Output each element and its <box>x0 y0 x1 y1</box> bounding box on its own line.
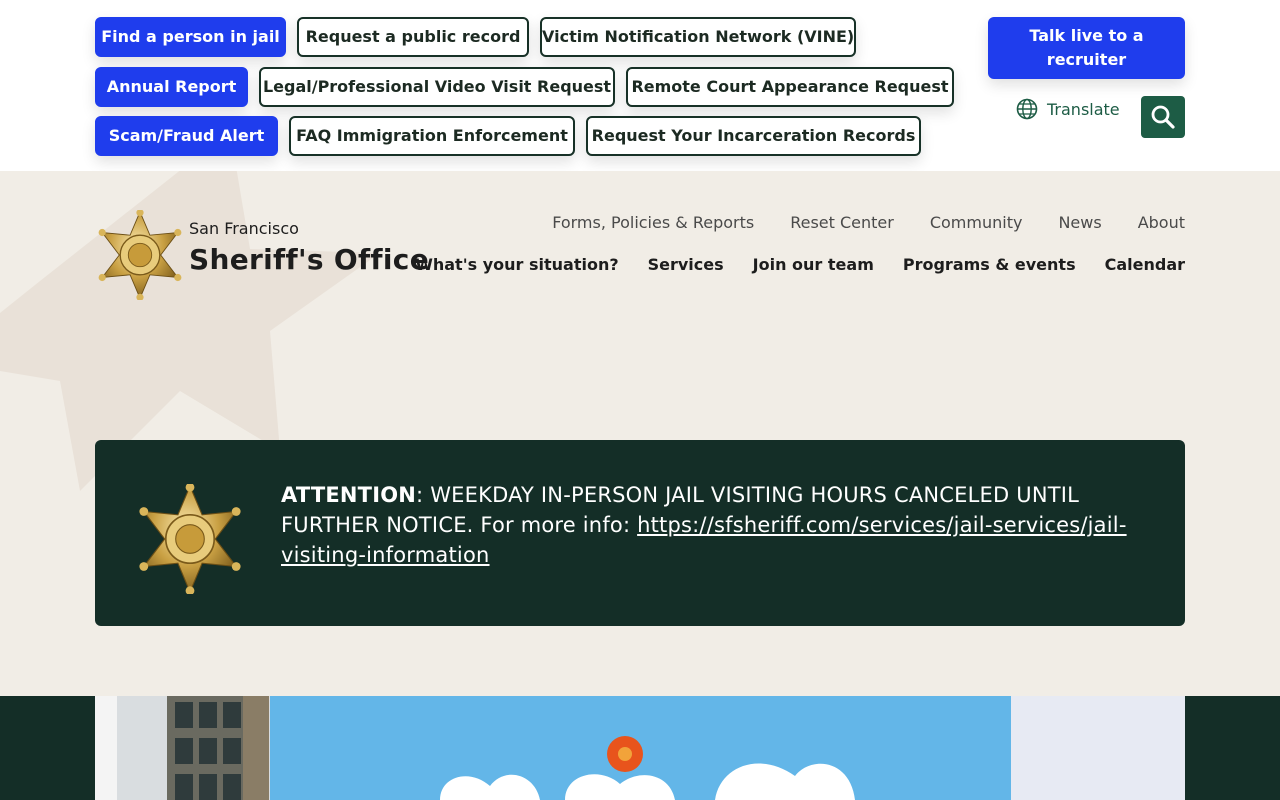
alert-message: ATTENTION: WEEKDAY IN-PERSON JAIL VISITI… <box>281 480 1141 570</box>
request-public-record-button[interactable]: Request a public record <box>297 17 529 57</box>
request-incarceration-records-button[interactable]: Request Your Incarceration Records <box>586 116 921 156</box>
vine-button[interactable]: Victim Notification Network (VINE) <box>540 17 856 57</box>
quick-links-bar: Find a person in jail Request a public r… <box>0 0 1280 171</box>
site-header: San Francisco Sheriff's Office Forms, Po… <box>0 171 1280 696</box>
scam-fraud-alert-button[interactable]: Scam/Fraud Alert <box>95 116 278 156</box>
remote-court-appearance-button[interactable]: Remote Court Appearance Request <box>626 67 954 107</box>
translate-label: Translate <box>1047 99 1120 119</box>
brand-name[interactable]: Sheriff's Office <box>189 243 429 276</box>
brand-city: San Francisco <box>189 219 299 238</box>
nav-calendar[interactable]: Calendar <box>1105 255 1185 274</box>
globe-icon <box>1016 98 1038 120</box>
sheriff-badge-icon <box>139 484 241 594</box>
find-person-in-jail-button[interactable]: Find a person in jail <box>95 17 286 57</box>
talk-to-recruiter-button[interactable]: Talk live to a recruiter <box>988 17 1185 79</box>
alert-label: ATTENTION <box>281 483 417 507</box>
nav-news[interactable]: News <box>1058 213 1101 232</box>
translate-link[interactable]: Translate <box>1016 97 1120 121</box>
faq-immigration-button[interactable]: FAQ Immigration Enforcement <box>289 116 575 156</box>
nav-join-our-team[interactable]: Join our team <box>753 255 874 274</box>
nav-services[interactable]: Services <box>648 255 724 274</box>
search-icon <box>1151 105 1175 129</box>
nav-forms-policies[interactable]: Forms, Policies & Reports <box>552 213 754 232</box>
annual-report-button[interactable]: Annual Report <box>95 67 248 107</box>
nav-programs-events[interactable]: Programs & events <box>903 255 1076 274</box>
hero-image[interactable] <box>95 696 1185 800</box>
video-visit-request-button[interactable]: Legal/Professional Video Visit Request <box>259 67 615 107</box>
nav-reset-center[interactable]: Reset Center <box>790 213 894 232</box>
main-nav: What's your situation? Services Join our… <box>415 255 1185 274</box>
hero-section <box>0 696 1280 800</box>
utility-nav: Forms, Policies & Reports Reset Center C… <box>552 213 1185 232</box>
nav-whats-your-situation[interactable]: What's your situation? <box>415 255 618 274</box>
nav-about[interactable]: About <box>1138 213 1185 232</box>
nav-community[interactable]: Community <box>930 213 1023 232</box>
recruiter-label: Talk live to a recruiter <box>1029 26 1144 69</box>
search-button[interactable] <box>1141 96 1185 138</box>
hero-illustration <box>95 696 1185 800</box>
alert-banner: ATTENTION: WEEKDAY IN-PERSON JAIL VISITI… <box>95 440 1185 626</box>
sheriff-badge-icon[interactable] <box>95 210 185 300</box>
